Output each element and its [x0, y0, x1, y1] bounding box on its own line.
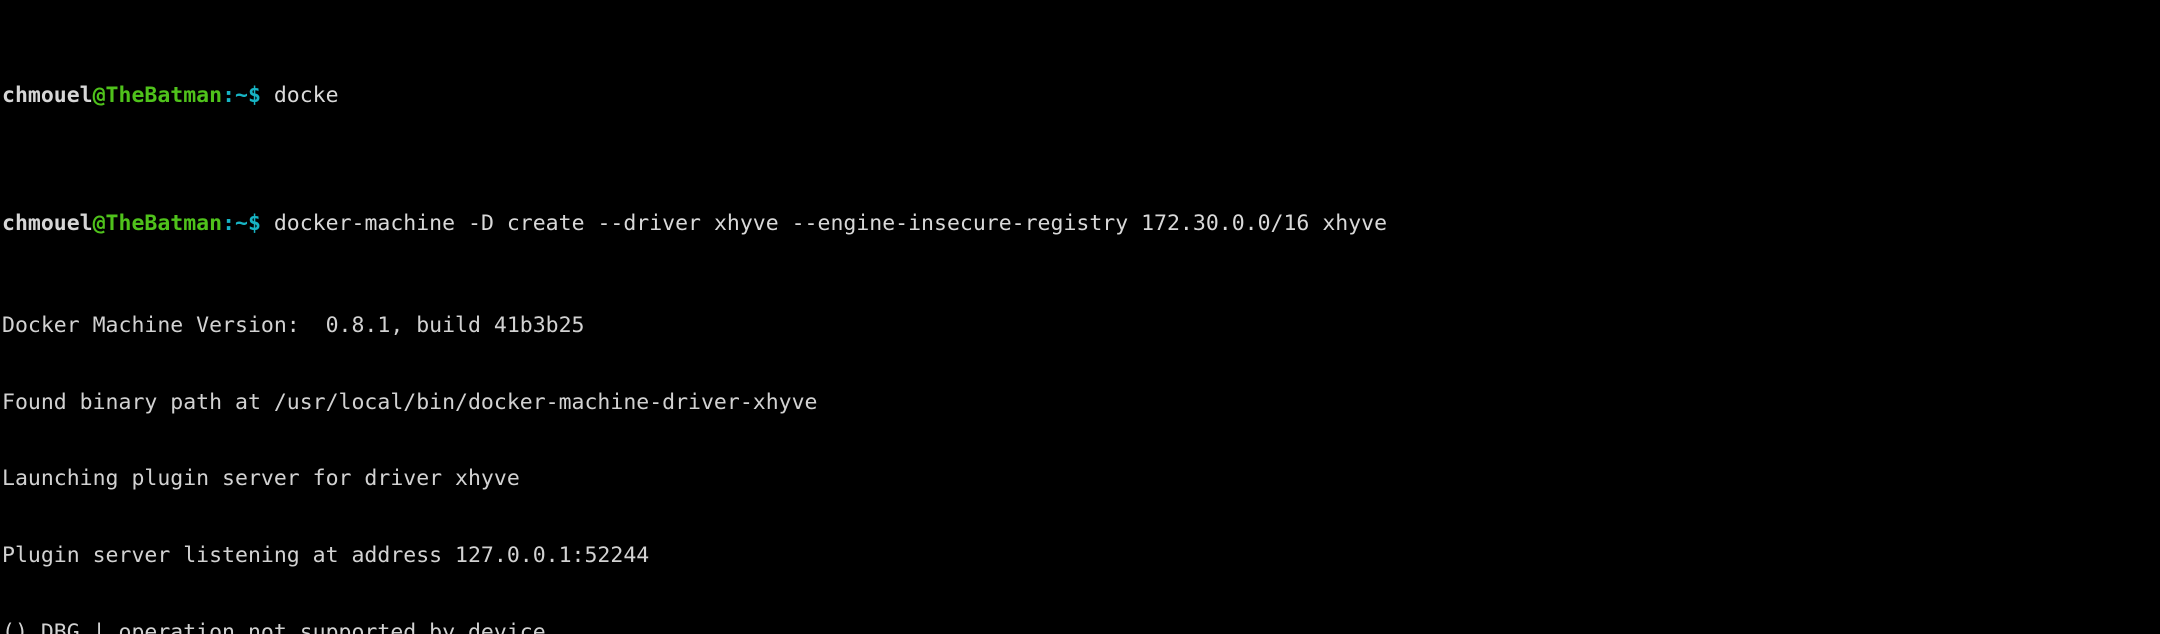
terminal-screen[interactable]: chmouel@TheBatman:~$ docke chmouel@TheBa… — [0, 0, 2160, 634]
prompt-command-partial: docke — [260, 83, 339, 109]
prompt-host: @TheBatman — [92, 210, 223, 236]
terminal-window[interactable]: chmouel@TheBatman:~$ docke chmouel@TheBa… — [0, 0, 2160, 634]
prompt-user: chmouel — [2, 83, 93, 109]
prompt-path: :~$ — [222, 83, 261, 109]
terminal-line: chmouel@TheBatman:~$ docke — [0, 83, 2160, 109]
prompt-host: @TheBatman — [92, 83, 223, 109]
command-text: docker-machine -D create --driver xhyve … — [260, 210, 1388, 236]
terminal-line: Plugin server listening at address 127.0… — [2, 543, 650, 569]
terminal-line: Found binary path at /usr/local/bin/dock… — [2, 389, 818, 415]
terminal-line: Docker Machine Version: 0.8.1, build 41b… — [2, 313, 585, 339]
terminal-command-line[interactable]: chmouel@TheBatman:~$ docker-machine -D c… — [0, 211, 2160, 237]
terminal-line: Launching plugin server for driver xhyve — [2, 466, 520, 492]
prompt-user: chmouel — [2, 210, 93, 236]
prompt-path: :~$ — [222, 210, 261, 236]
terminal-line: () DBG | operation not supported by devi… — [2, 619, 546, 634]
